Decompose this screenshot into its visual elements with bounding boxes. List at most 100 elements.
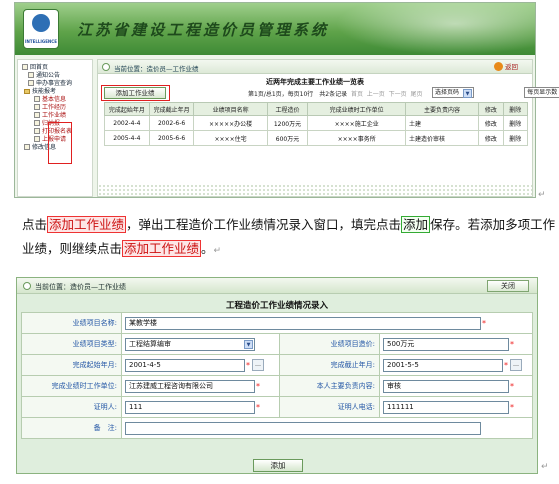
page-select-value: 选择页码 xyxy=(435,89,460,96)
page-icon xyxy=(34,136,40,142)
work-unit-input[interactable]: 江苏建威工程咨询有限公司 xyxy=(125,379,255,393)
next-page-link[interactable]: 下一页 xyxy=(389,91,407,98)
column-header: 完成起始年月 xyxy=(104,102,150,116)
duty-input[interactable]: 审核 xyxy=(383,379,509,393)
breadcrumb: 当前位置：造价员—工作业绩 关闭 xyxy=(17,278,537,294)
remark-input[interactable] xyxy=(125,421,481,435)
table-cell: 2002-4-4 xyxy=(104,115,150,131)
column-header: 删除 xyxy=(502,102,529,116)
app-title: 江苏省建设工程造价员管理系统 xyxy=(77,21,330,39)
page-icon xyxy=(34,128,40,134)
breadcrumb-text: 当前位置：造价员—工作业绩 xyxy=(114,65,199,73)
project-type-label: 业绩项目类型: xyxy=(21,333,122,355)
table-cell: ××××施工企业 xyxy=(307,115,406,131)
first-page-link[interactable]: 首页 xyxy=(351,91,363,98)
logo-text: INTELLIGENCE xyxy=(25,39,57,44)
start-date-input[interactable]: 2001-4-5 xyxy=(125,358,245,372)
sidebar-highlight-box xyxy=(48,122,72,164)
sidebar-item-experience[interactable]: 工作经历 xyxy=(34,104,66,111)
work-unit-label: 完成业绩时工作单位: xyxy=(21,375,122,397)
witness-input[interactable]: 111 xyxy=(125,400,255,414)
table-cell: 600万元 xyxy=(266,130,309,146)
project-name-input[interactable]: 某教学楼 xyxy=(125,316,481,330)
delete-link[interactable]: 删除 xyxy=(502,130,529,146)
page-select[interactable]: 选择页码 ▼ xyxy=(432,87,474,98)
logo-mark-icon xyxy=(32,14,50,32)
end-date-input[interactable]: 2001-5-5 xyxy=(383,358,503,372)
paragraph-mark-icon: ↵ xyxy=(538,190,546,200)
sidebar-tree: 回首页 通知公告 申办事宜查询 技能报考 基本信息 工作经历 工作业绩 归纳报 … xyxy=(17,59,93,197)
column-header: 完成业绩时工作单位 xyxy=(307,102,406,116)
chevron-down-icon: ▼ xyxy=(463,89,472,98)
back-button[interactable]: 返回 xyxy=(494,61,518,71)
sidebar-item-home[interactable]: 回首页 xyxy=(22,64,48,71)
home-icon xyxy=(22,64,28,70)
prev-page-link[interactable]: 上一页 xyxy=(367,91,385,98)
sidebar-item-basic-info[interactable]: 基本信息 xyxy=(34,96,66,103)
sidebar-item-query[interactable]: 申办事宜查询 xyxy=(28,80,72,87)
form-row: 业绩项目名称: 某教学楼 * xyxy=(21,312,533,334)
table-cell: ××××住宅 xyxy=(193,130,268,146)
sidebar-item-label: 申办事宜查询 xyxy=(36,80,73,87)
column-header: 工程造价 xyxy=(266,102,309,116)
project-type-value: 工程结算编审 xyxy=(129,339,171,348)
app-banner: INTELLIGENCE 江苏省建设工程造价员管理系统 xyxy=(15,3,535,55)
table-cell: 土建造价审核 xyxy=(404,130,480,146)
main-panel: 当前位置：造价员—工作业绩 返回 近两年完成主要工作业绩一览表 添加工作业绩 第… xyxy=(97,59,559,197)
delete-link[interactable]: 删除 xyxy=(502,115,529,131)
form-row: 完成起始年月: 2001-4-5 *… 完成截止年月: 2001-5-5 *… xyxy=(21,354,533,376)
page-icon xyxy=(34,104,40,110)
remark-label: 备 注: xyxy=(21,417,122,439)
date-picker-button[interactable]: … xyxy=(510,359,522,371)
page-icon xyxy=(28,72,34,78)
project-cost-label: 业绩项目造价: xyxy=(279,333,380,355)
page-icon xyxy=(34,112,40,118)
start-date-label: 完成起始年月: xyxy=(21,354,122,376)
table-row: 2005-4-4 2005-6-6 ××××住宅 600万元 ××××事务所 土… xyxy=(104,130,529,146)
table-cell: 1200万元 xyxy=(266,115,309,131)
table-cell: 2002-6-6 xyxy=(148,115,195,131)
page-icon xyxy=(24,144,30,150)
witness-phone-label: 证明人电话: xyxy=(279,396,380,418)
page-size-value: 每页显示数 xyxy=(527,89,558,96)
instruction-paragraph: 点击 添加工作业绩 ，弹出工程造价工作业绩情况录入窗口，填完点击 添加 保存。若添加多项… xyxy=(22,213,556,263)
page-icon xyxy=(28,80,34,86)
project-type-select[interactable]: 工程结算编审 ▼ xyxy=(125,337,255,351)
sidebar-item-exam[interactable]: 技能报考 xyxy=(24,88,56,95)
sidebar-item-performance[interactable]: 工作业绩 xyxy=(34,112,66,119)
paragraph-text: ，弹出工程造价工作业绩情况录入窗口，填完点击 xyxy=(126,217,402,232)
sidebar-item-label: 工作经历 xyxy=(42,104,67,111)
date-picker-button[interactable]: … xyxy=(252,359,264,371)
project-cost-input[interactable]: 500万元 xyxy=(383,337,509,351)
required-marker: * xyxy=(510,339,514,349)
location-icon xyxy=(102,63,110,71)
work-performance-list-screenshot: INTELLIGENCE 江苏省建设工程造价员管理系统 回首页 通知公告 申办事… xyxy=(14,2,559,198)
sidebar-item-label: 回首页 xyxy=(30,64,49,71)
required-marker: * xyxy=(510,381,514,391)
close-button[interactable]: 关闭 xyxy=(487,280,529,292)
required-marker: * xyxy=(256,381,260,391)
performance-entry-screenshot: 当前位置：造价员—工作业绩 关闭 工程造价工作业绩情况录入 业绩项目名称: 某教… xyxy=(16,277,538,474)
sidebar-item-label: 工作业绩 xyxy=(42,112,67,119)
banner-decoration xyxy=(335,3,535,55)
form-title: 工程造价工作业绩情况录入 xyxy=(225,301,328,311)
highlight-add: 添加 xyxy=(401,216,431,233)
last-page-link[interactable]: 尾页 xyxy=(410,91,422,98)
page-size-select[interactable]: 每页显示数▼ xyxy=(524,87,559,98)
form-row: 业绩项目类型: 工程结算编审 ▼ 业绩项目造价: 500万元 * xyxy=(21,333,533,355)
project-name-label: 业绩项目名称: xyxy=(21,312,122,334)
form-row: 证明人: 111 * 证明人电话: 111111 * xyxy=(21,396,533,418)
table-cell: 2005-4-4 xyxy=(104,130,150,146)
column-header: 业绩项目名称 xyxy=(193,102,268,116)
add-submit-button[interactable]: 添加 xyxy=(253,459,303,472)
highlight-add-performance: 添加工作业绩 xyxy=(47,216,127,233)
edit-link[interactable]: 修改 xyxy=(478,130,504,146)
table-row: 2002-4-4 2002-6-6 ×××××办公楼 1200万元 ××××施工… xyxy=(104,115,529,131)
witness-phone-input[interactable]: 111111 xyxy=(383,400,509,414)
required-marker: * xyxy=(504,360,508,370)
sidebar-item-notices[interactable]: 通知公告 xyxy=(28,72,60,79)
pager: 第1页/总1页，每页10行 共2条记录 首页 上一页 下一页 尾页 xyxy=(248,89,422,98)
edit-link[interactable]: 修改 xyxy=(478,115,504,131)
add-performance-button[interactable]: 添加工作业绩 xyxy=(104,87,166,99)
required-marker: * xyxy=(510,402,514,412)
